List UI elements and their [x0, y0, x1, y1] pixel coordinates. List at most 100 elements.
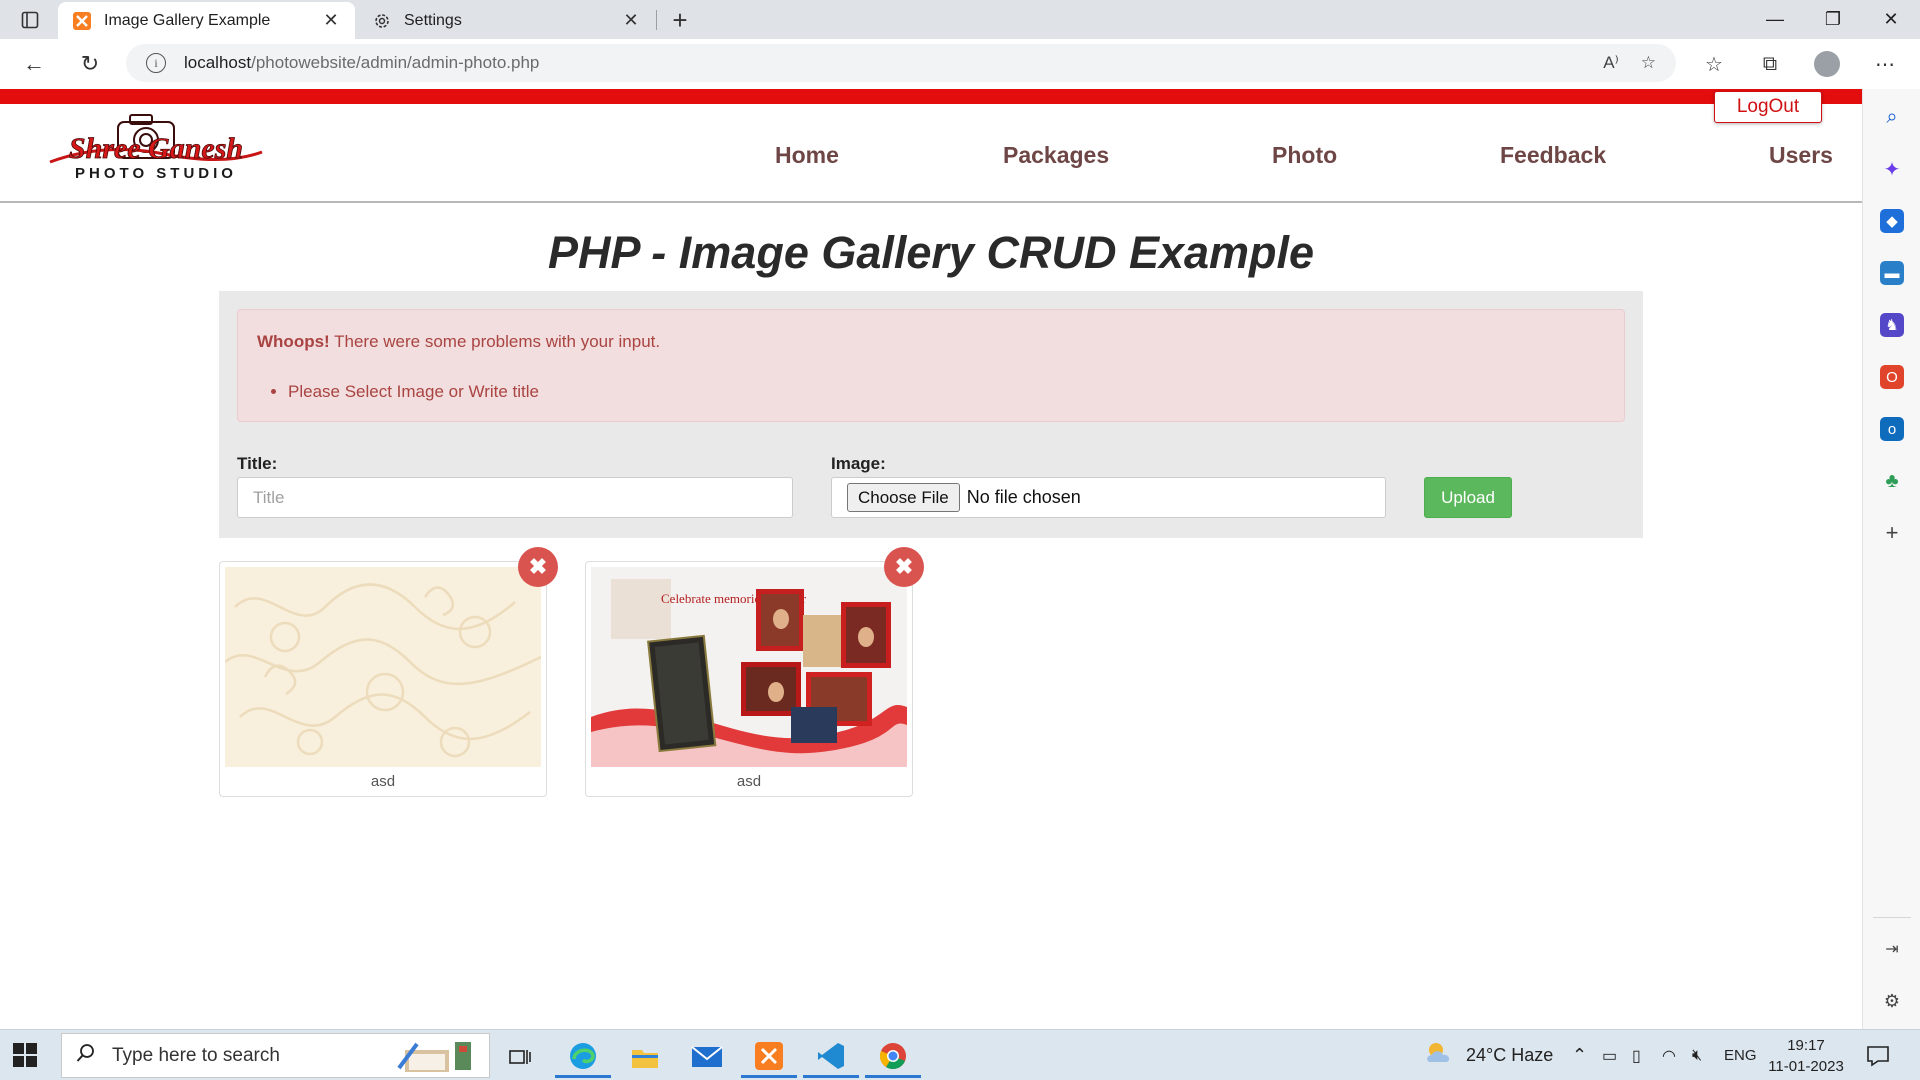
- browser-tab-bar: Image Gallery Example ✕ Settings ✕ + — ❐…: [0, 0, 1920, 39]
- shopping-tag-icon[interactable]: ◆: [1880, 209, 1904, 233]
- delete-image-button[interactable]: ✖: [518, 547, 558, 587]
- file-status-text: No file chosen: [966, 487, 1081, 507]
- gallery-image-pattern[interactable]: [225, 567, 541, 767]
- clock-date: 11-01-2023: [1768, 1058, 1844, 1075]
- add-favorite-icon[interactable]: ☆: [1641, 53, 1656, 73]
- window-close-icon[interactable]: ✕: [1862, 0, 1920, 39]
- outlook-icon[interactable]: o: [1880, 417, 1904, 441]
- battery-icon[interactable]: ▭: [1602, 1030, 1617, 1080]
- delete-image-button[interactable]: ✖: [884, 547, 924, 587]
- windows-taskbar: Type here to search 24°C Haze ⌃ ▭ ▯ ◠ 🔇︎…: [0, 1029, 1920, 1080]
- sidebar-divider: [1873, 917, 1911, 918]
- gallery-caption: asd: [736, 773, 762, 790]
- tree-icon[interactable]: ♣: [1880, 469, 1904, 493]
- close-tab-icon[interactable]: ✕: [321, 10, 341, 31]
- title-input[interactable]: Title: [237, 477, 793, 518]
- restore-icon[interactable]: ❐: [1804, 0, 1862, 39]
- read-aloud-icon[interactable]: A⁾: [1603, 53, 1619, 73]
- hide-sidebar-icon[interactable]: ⇥: [1880, 937, 1904, 961]
- error-list: Please Select Image or Write title: [288, 382, 539, 402]
- gear-icon: [372, 11, 392, 31]
- upload-panel: Whoops! There were some problems with yo…: [219, 291, 1643, 538]
- tools-icon[interactable]: ▬: [1880, 261, 1904, 285]
- tab-image-gallery[interactable]: Image Gallery Example ✕: [58, 2, 355, 39]
- tab-title: Image Gallery Example: [104, 11, 271, 29]
- search-highlight-icon: [395, 1038, 481, 1079]
- address-toolbar: ← ↻ i localhost/photowebsite/admin/admin…: [0, 39, 1920, 89]
- site-header: Shree Ganesh PHOTO STUDIO Home Packages …: [0, 104, 1862, 203]
- alert-message: There were some problems with your input…: [329, 332, 661, 351]
- show-hidden-icons[interactable]: ⌃: [1572, 1030, 1587, 1080]
- search-icon: [76, 1043, 96, 1068]
- add-sidebar-icon[interactable]: +: [1880, 520, 1904, 545]
- top-red-bar: [0, 89, 1862, 104]
- sparkle-icon[interactable]: ✦: [1880, 157, 1904, 181]
- tab-divider: [656, 10, 657, 30]
- refresh-icon[interactable]: ↻: [74, 48, 106, 80]
- new-tab-icon[interactable]: +: [666, 5, 694, 35]
- windows-start-icon[interactable]: [12, 1042, 40, 1070]
- weather-text: 24°C Haze: [1466, 1045, 1554, 1065]
- volume-muted-icon[interactable]: 🔇︎: [1692, 1030, 1702, 1080]
- tab-settings[interactable]: Settings ✕: [358, 2, 655, 39]
- nav-feedback[interactable]: Feedback: [1500, 142, 1606, 169]
- vscode-icon[interactable]: [803, 1036, 859, 1078]
- gallery-item: asd ✖: [219, 547, 558, 797]
- sidebar-settings-icon[interactable]: ⚙: [1880, 989, 1904, 1013]
- logo-subtext: PHOTO STUDIO: [75, 165, 237, 182]
- games-icon[interactable]: ♞: [1880, 313, 1904, 337]
- choose-file-button[interactable]: Choose File: [847, 483, 960, 512]
- favorites-icon[interactable]: ☆: [1699, 49, 1729, 79]
- close-tab-icon[interactable]: ✕: [621, 10, 641, 31]
- studio-logo[interactable]: Shree Ganesh PHOTO STUDIO: [44, 112, 268, 182]
- url-actions: A⁾ ☆: [1603, 44, 1656, 82]
- notifications-icon[interactable]: [1866, 1030, 1890, 1080]
- edge-browser-icon[interactable]: [555, 1036, 611, 1078]
- search-placeholder: Type here to search: [112, 1044, 280, 1066]
- title-label: Title:: [237, 454, 278, 473]
- taskbar-clock[interactable]: 19:17 11-01-2023: [1762, 1035, 1850, 1077]
- network-icon[interactable]: ◠: [1662, 1030, 1676, 1080]
- alert-heading: Whoops! There were some problems with yo…: [257, 332, 660, 352]
- clock-time: 19:17: [1787, 1037, 1825, 1054]
- task-view-icon[interactable]: [492, 1036, 548, 1078]
- error-alert: Whoops! There were some problems with yo…: [237, 309, 1625, 422]
- page-viewport: LogOut Shree Ganesh PHOTO STUDIO Home Pa…: [0, 89, 1862, 1029]
- browser-sidebar: ⌕ ✦ ◆ ▬ ♞ O o ♣ + ⇥ ⚙: [1862, 89, 1920, 1029]
- tab-title: Settings: [404, 11, 462, 29]
- collections-icon[interactable]: ⧉: [1755, 49, 1785, 79]
- mail-icon[interactable]: [679, 1036, 735, 1078]
- url-host: localhost: [184, 53, 252, 72]
- url-bar[interactable]: i localhost/photowebsite/admin/admin-pho…: [126, 44, 1676, 82]
- taskbar-search[interactable]: Type here to search: [61, 1033, 490, 1078]
- weather-haze-icon: [1424, 1040, 1456, 1071]
- screen: Image Gallery Example ✕ Settings ✕ + — ❐…: [0, 0, 1920, 1080]
- profile-avatar[interactable]: [1812, 49, 1842, 79]
- tab-actions-icon[interactable]: [14, 8, 46, 32]
- nav-photo[interactable]: Photo: [1272, 142, 1337, 169]
- minimize-icon[interactable]: —: [1746, 0, 1804, 39]
- gallery-caption: asd: [370, 773, 396, 790]
- more-options-icon[interactable]: ⋯: [1870, 49, 1900, 79]
- nav-packages[interactable]: Packages: [1003, 142, 1109, 169]
- nav-users[interactable]: Users: [1769, 142, 1833, 169]
- weather-widget[interactable]: 24°C Haze: [1424, 1030, 1553, 1080]
- url-path: /photowebsite/admin/admin-photo.php: [251, 53, 540, 72]
- language-indicator[interactable]: ENG: [1724, 1030, 1757, 1080]
- meet-now-icon[interactable]: ▯: [1632, 1030, 1641, 1080]
- image-label: Image:: [831, 454, 886, 473]
- xampp-icon[interactable]: [741, 1036, 797, 1078]
- upload-button[interactable]: Upload: [1424, 477, 1512, 518]
- error-item: Please Select Image or Write title: [288, 382, 539, 402]
- file-explorer-icon[interactable]: [617, 1036, 673, 1078]
- back-icon[interactable]: ←: [18, 48, 50, 80]
- gallery-image-albums[interactable]: Celebrate memories forever: [591, 567, 907, 767]
- office-icon[interactable]: O: [1880, 365, 1904, 389]
- logo-script-text: Shree Ganesh: [69, 132, 243, 165]
- nav-home[interactable]: Home: [775, 142, 839, 169]
- chrome-icon[interactable]: [865, 1036, 921, 1078]
- alert-strong: Whoops!: [257, 332, 330, 351]
- site-info-icon[interactable]: i: [146, 53, 166, 73]
- image-file-input[interactable]: Choose File No file chosen: [831, 477, 1386, 518]
- search-icon[interactable]: ⌕: [1880, 105, 1904, 129]
